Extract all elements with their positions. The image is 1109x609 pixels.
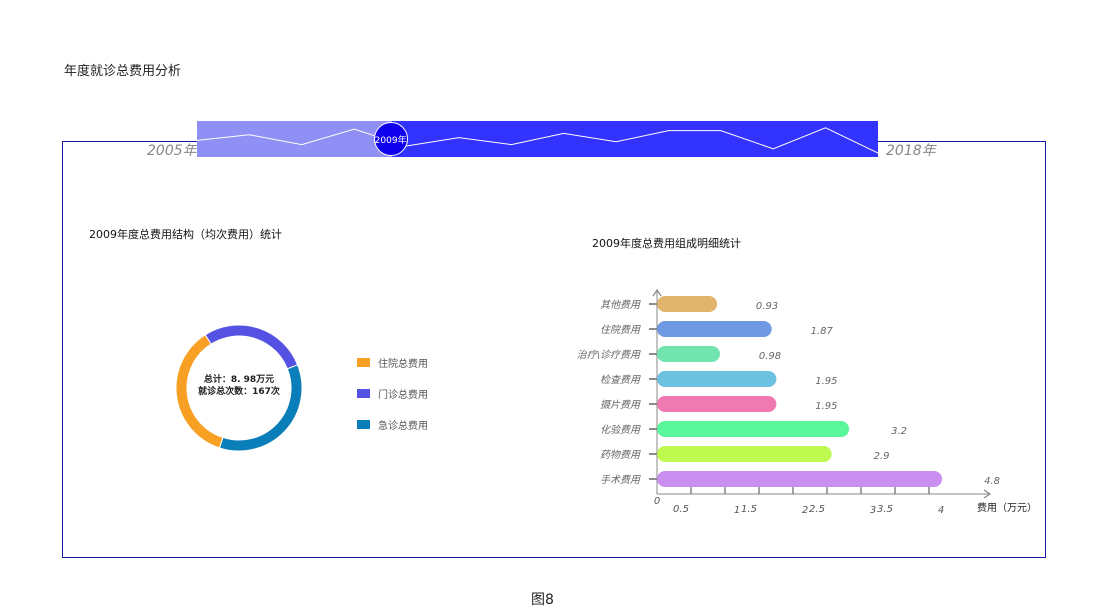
- bar-x-tick-label: 2.5: [809, 504, 825, 515]
- timeline-end-label: 2018年: [886, 143, 936, 159]
- bar[interactable]: [657, 371, 777, 387]
- bar[interactable]: [657, 421, 850, 437]
- legend-label: 门诊总费用: [378, 389, 428, 401]
- legend-swatch: [357, 388, 370, 398]
- legend-label: 急诊总费用: [378, 420, 428, 432]
- bar-category-label: 化验费用: [600, 424, 641, 436]
- donut-slice[interactable]: [204, 324, 299, 370]
- bar-value-label: 1.95: [815, 376, 837, 387]
- bar-chart-title: 2009年度总费用组成明细统计: [592, 237, 741, 250]
- bar-value-label: 2.9: [874, 451, 890, 462]
- donut-center-text: 总计：8. 98万元 就诊总次数：167次: [184, 374, 294, 398]
- donut-total-text: 总计：8. 98万元: [203, 375, 275, 385]
- bar[interactable]: [657, 396, 777, 412]
- bar-x-tick-label: 1.5: [741, 504, 757, 515]
- bar-x-tick-label: 1: [734, 505, 740, 516]
- bar-value-label: 0.98: [759, 351, 781, 362]
- bar-category-label: 其他费用: [600, 299, 641, 311]
- donut-chart-title: 2009年度总费用结构（均次费用）统计: [89, 228, 282, 241]
- bar-value-label: 0.93: [756, 301, 778, 312]
- bar-category-label: 治疗\诊疗费用: [577, 349, 641, 361]
- bar-x-tick-label: 3: [870, 505, 876, 516]
- bar-x-tick-label: 0: [654, 496, 660, 507]
- timeline-slider[interactable]: 2009年: [197, 121, 878, 157]
- bar[interactable]: [657, 321, 772, 337]
- bar[interactable]: [657, 471, 943, 487]
- bar-category-label: 摄片费用: [600, 399, 641, 411]
- bar-x-tick-label: 4: [938, 505, 944, 516]
- timeline-current-label: 2009年: [374, 135, 407, 146]
- bar-value-label: 3.2: [891, 426, 907, 437]
- timeline-current-year-knob[interactable]: 2009年: [373, 122, 408, 156]
- bar[interactable]: [657, 346, 720, 362]
- timeline-trend-line: [197, 127, 878, 154]
- page-title: 年度就诊总费用分析: [64, 64, 182, 79]
- figure-caption: 图8: [531, 592, 554, 608]
- legend-item[interactable]: 门诊总费用: [357, 386, 428, 401]
- bar-chart: 0 0.5 1 1.5 2 2.5 3 3.5 4 其他费用 0.93 住院费用 1.87 治疗\诊疗费用…: [577, 288, 1000, 516]
- legend-swatch: [357, 419, 370, 429]
- donut-visits-text: 就诊总次数：167次: [198, 387, 280, 397]
- bar-category-label: 住院费用: [600, 324, 641, 336]
- bar-category-label: 药物费用: [600, 449, 641, 461]
- bar-category-label: 检查费用: [600, 374, 641, 386]
- timeline-start-label: 2005年: [147, 143, 197, 159]
- bar-value-label: 1.87: [811, 326, 834, 337]
- legend-swatch: [357, 357, 370, 367]
- timeline-trend-polyline: [197, 127, 878, 154]
- legend-item[interactable]: 住院总费用: [357, 355, 428, 370]
- bar-x-axis-label: 费用（万元）: [977, 503, 1037, 514]
- bar-value-label: 1.95: [815, 401, 837, 412]
- bar[interactable]: [657, 296, 718, 312]
- donut-legend: 住院总费用门诊总费用急诊总费用: [357, 355, 428, 448]
- bar-category-label: 手术费用: [600, 474, 641, 486]
- bar-value-label: 4.8: [984, 476, 1000, 487]
- legend-label: 住院总费用: [378, 358, 428, 370]
- bar-x-tick-label: 3.5: [877, 504, 893, 515]
- bar[interactable]: [657, 446, 832, 462]
- bar-x-tick-label: 2: [802, 505, 808, 516]
- legend-item[interactable]: 急诊总费用: [357, 417, 428, 432]
- bar-x-tick-label: 0.5: [673, 504, 689, 515]
